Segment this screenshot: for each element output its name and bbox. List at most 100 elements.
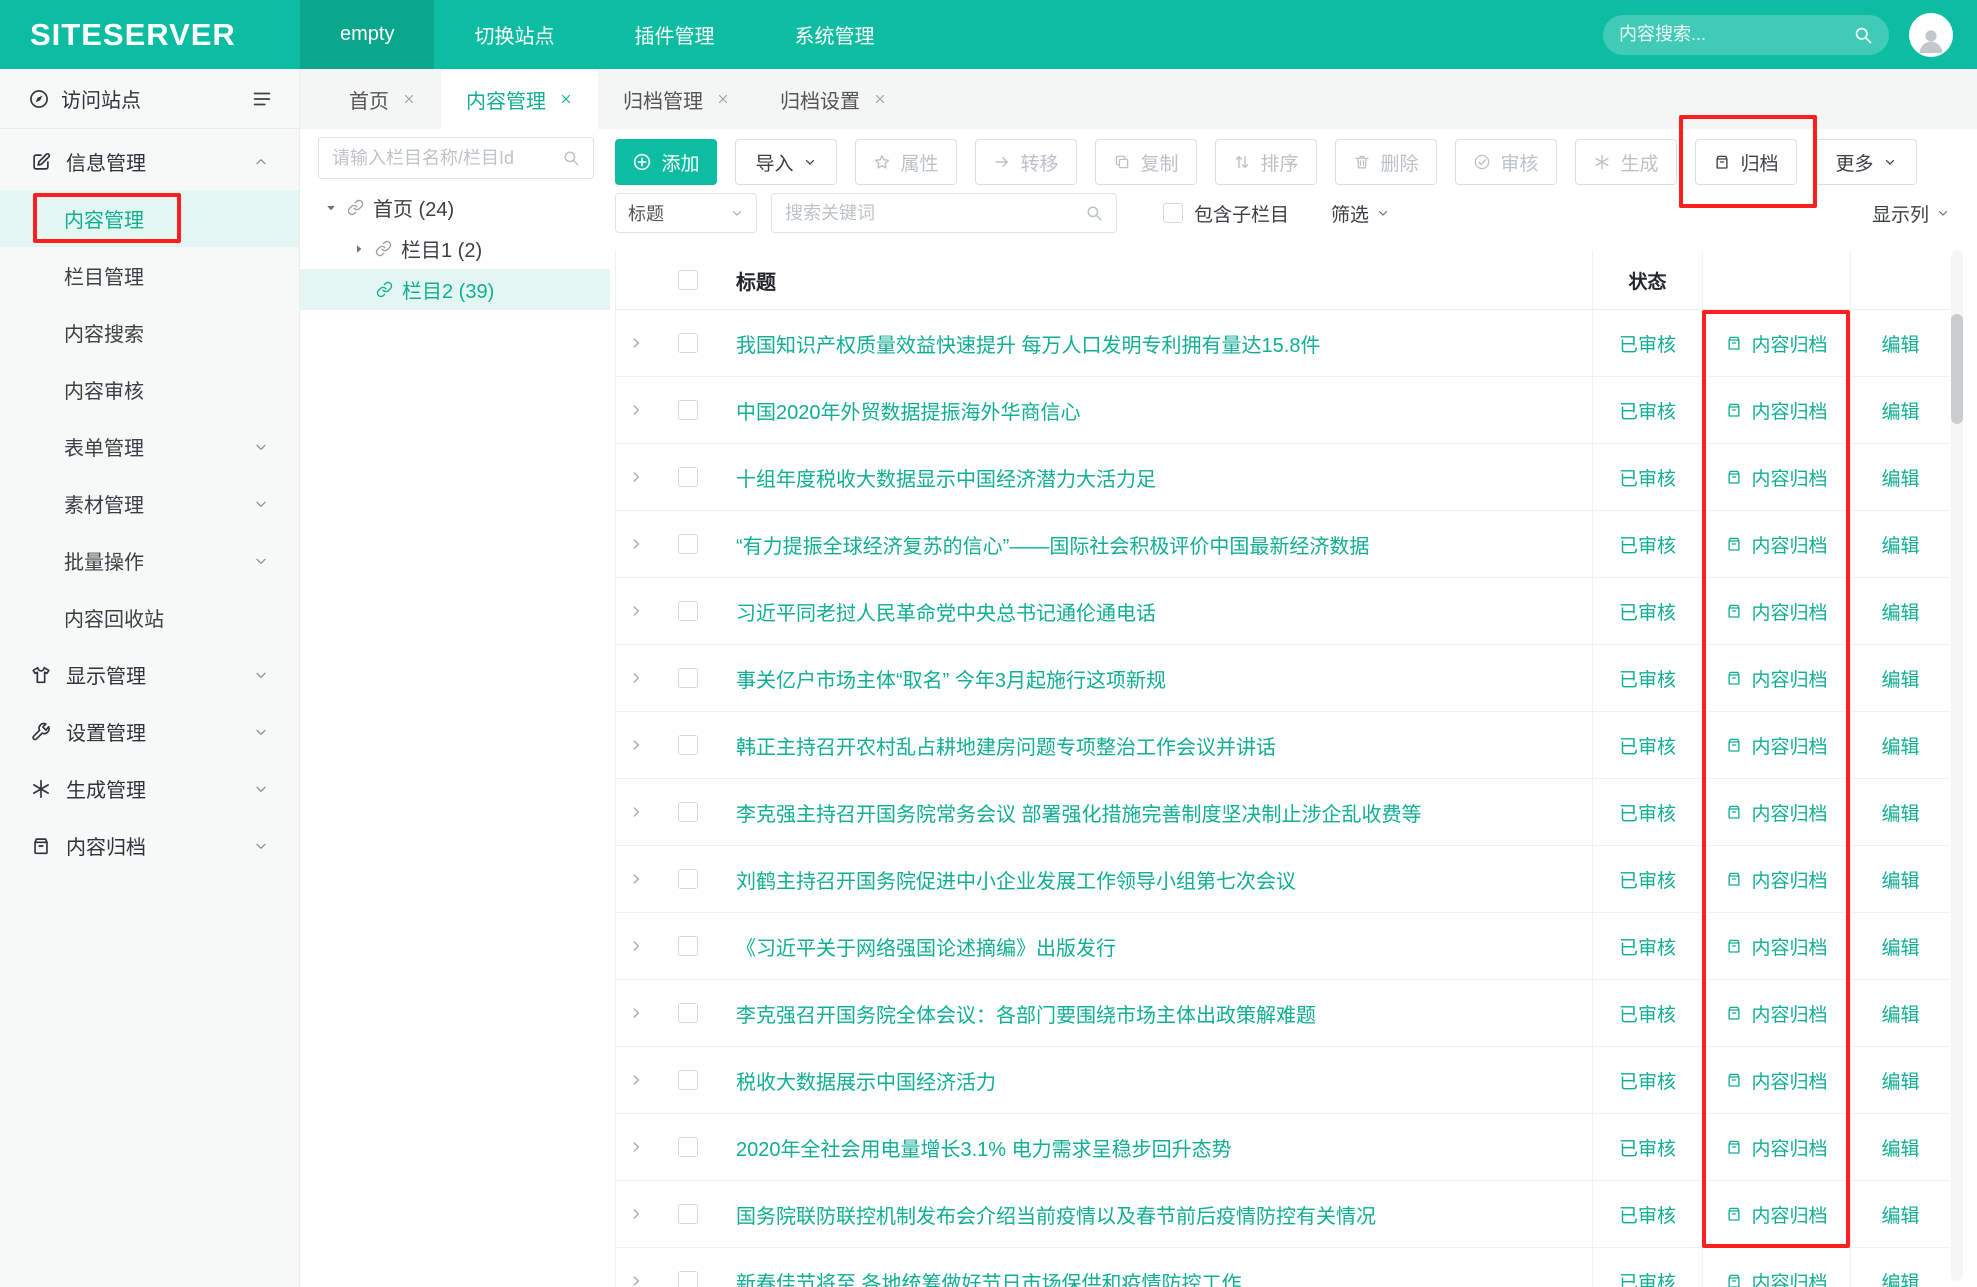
edit-link[interactable]: 编辑	[1881, 330, 1919, 357]
close-icon[interactable]	[559, 92, 573, 106]
edit-link[interactable]: 编辑	[1881, 799, 1919, 826]
edit-link[interactable]: 编辑	[1881, 464, 1919, 491]
row-checkbox[interactable]	[678, 1204, 698, 1224]
tab-content-management[interactable]: 内容管理	[441, 69, 598, 129]
row-checkbox[interactable]	[678, 869, 698, 889]
tab-archive-settings[interactable]: 归档设置	[755, 69, 912, 129]
sidebar-item-channel-management[interactable]: 栏目管理	[0, 247, 299, 304]
content-title-link[interactable]: 2020年全社会用电量增长3.1% 电力需求呈稳步回升态势	[736, 1133, 1232, 1162]
content-archive-button[interactable]: 内容归档	[1702, 578, 1850, 644]
row-expand-toggle[interactable]	[616, 712, 656, 778]
row-expand-toggle[interactable]	[616, 310, 656, 376]
row-checkbox[interactable]	[678, 1070, 698, 1090]
edit-link[interactable]: 编辑	[1881, 1134, 1919, 1161]
content-archive-button[interactable]: 内容归档	[1702, 511, 1850, 577]
edit-link[interactable]: 编辑	[1881, 1201, 1919, 1228]
content-title-link[interactable]: 韩正主持召开农村乱占耕地建房问题专项整治工作会议并讲话	[736, 731, 1276, 760]
content-title-link[interactable]: 事关亿户市场主体“取名” 今年3月起施行这项新规	[736, 664, 1166, 693]
add-button[interactable]: 添加	[615, 139, 717, 185]
edit-link[interactable]: 编辑	[1881, 397, 1919, 424]
row-expand-toggle[interactable]	[616, 1047, 656, 1113]
search-icon[interactable]	[1853, 25, 1873, 45]
topnav-site-empty[interactable]: empty	[300, 0, 434, 69]
topnav-switch-site[interactable]: 切换站点	[434, 0, 594, 69]
content-title-link[interactable]: 中国2020年外贸数据提振海外华商信心	[736, 396, 1081, 425]
row-expand-toggle[interactable]	[616, 1248, 656, 1287]
content-archive-button[interactable]: 内容归档	[1702, 712, 1850, 778]
row-checkbox[interactable]	[678, 467, 698, 487]
sidebar-item-recycle-bin[interactable]: 内容回收站	[0, 589, 299, 646]
sidebar-collapse-toggle[interactable]	[251, 88, 273, 110]
content-archive-button[interactable]: 内容归档	[1702, 645, 1850, 711]
sidebar-item-content-management[interactable]: 内容管理	[0, 190, 299, 247]
content-search-box[interactable]	[1603, 15, 1889, 55]
caret-down-icon[interactable]	[324, 201, 338, 215]
include-children-option[interactable]: 包含子栏目	[1163, 200, 1289, 227]
vertical-scrollbar[interactable]	[1951, 250, 1963, 1281]
content-title-link[interactable]: 税收大数据展示中国经济活力	[736, 1066, 996, 1095]
content-title-link[interactable]: 十组年度税收大数据显示中国经济潜力大活力足	[736, 463, 1156, 492]
content-title-link[interactable]: 习近平同老挝人民革命党中央总书记通伦通电话	[736, 597, 1156, 626]
edit-link[interactable]: 编辑	[1881, 866, 1919, 893]
select-all-checkbox[interactable]	[678, 270, 698, 290]
edit-link[interactable]: 编辑	[1881, 933, 1919, 960]
channel-search-input[interactable]	[332, 148, 562, 169]
filter-dropdown[interactable]: 筛选	[1331, 200, 1390, 227]
sidebar-group-display-management[interactable]: 显示管理	[0, 646, 299, 703]
caret-right-icon[interactable]	[352, 242, 366, 256]
row-checkbox[interactable]	[678, 1137, 698, 1157]
tree-node-channel2[interactable]: 栏目2 (39)	[300, 269, 610, 310]
row-checkbox[interactable]	[678, 333, 698, 353]
sidebar-item-material-management[interactable]: 素材管理	[0, 475, 299, 532]
attribute-button[interactable]: 属性	[855, 139, 957, 185]
row-checkbox[interactable]	[678, 534, 698, 554]
topnav-plugin-management[interactable]: 插件管理	[594, 0, 754, 69]
row-expand-toggle[interactable]	[616, 377, 656, 443]
sidebar-item-batch-operations[interactable]: 批量操作	[0, 532, 299, 589]
content-title-link[interactable]: 李克强召开国务院全体会议：各部门要围绕市场主体出政策解难题	[736, 999, 1316, 1028]
sidebar-group-content-archive[interactable]: 内容归档	[0, 817, 299, 874]
visit-site-link[interactable]: 访问站点	[28, 84, 141, 113]
row-expand-toggle[interactable]	[616, 1114, 656, 1180]
more-button[interactable]: 更多	[1815, 139, 1917, 185]
edit-link[interactable]: 编辑	[1881, 665, 1919, 692]
row-expand-toggle[interactable]	[616, 980, 656, 1046]
row-checkbox[interactable]	[678, 400, 698, 420]
close-icon[interactable]	[716, 92, 730, 106]
keyword-search-box[interactable]	[771, 193, 1117, 233]
content-archive-button[interactable]: 内容归档	[1702, 779, 1850, 845]
content-archive-button[interactable]: 内容归档	[1702, 444, 1850, 510]
topnav-system-management[interactable]: 系统管理	[754, 0, 914, 69]
row-checkbox[interactable]	[678, 936, 698, 956]
content-archive-button[interactable]: 内容归档	[1702, 1248, 1850, 1287]
include-children-checkbox[interactable]	[1163, 203, 1183, 223]
content-title-link[interactable]: 国务院联防联控机制发布会介绍当前疫情以及春节前后疫情防控有关情况	[736, 1200, 1376, 1229]
audit-button[interactable]: 审核	[1455, 139, 1557, 185]
row-expand-toggle[interactable]	[616, 444, 656, 510]
row-checkbox[interactable]	[678, 1271, 698, 1287]
content-archive-button[interactable]: 内容归档	[1702, 1181, 1850, 1247]
sort-button[interactable]: 排序	[1215, 139, 1317, 185]
search-icon[interactable]	[1085, 204, 1103, 222]
content-archive-button[interactable]: 内容归档	[1702, 980, 1850, 1046]
row-checkbox[interactable]	[678, 601, 698, 621]
sidebar-group-settings-management[interactable]: 设置管理	[0, 703, 299, 760]
edit-link[interactable]: 编辑	[1881, 598, 1919, 625]
content-archive-button[interactable]: 内容归档	[1702, 1114, 1850, 1180]
tab-home[interactable]: 首页	[324, 69, 441, 129]
sidebar-item-content-search[interactable]: 内容搜索	[0, 304, 299, 361]
import-button[interactable]: 导入	[735, 139, 837, 185]
row-expand-toggle[interactable]	[616, 511, 656, 577]
content-archive-button[interactable]: 内容归档	[1702, 310, 1850, 376]
close-icon[interactable]	[402, 92, 416, 106]
tree-node-channel1[interactable]: 栏目1 (2)	[300, 228, 610, 269]
row-expand-toggle[interactable]	[616, 779, 656, 845]
content-archive-button[interactable]: 内容归档	[1702, 846, 1850, 912]
keyword-input[interactable]	[785, 203, 1085, 224]
field-select[interactable]: 标题	[615, 193, 757, 233]
avatar[interactable]	[1909, 13, 1953, 57]
channel-search-box[interactable]	[318, 137, 594, 179]
copy-button[interactable]: 复制	[1095, 139, 1197, 185]
row-checkbox[interactable]	[678, 735, 698, 755]
row-expand-toggle[interactable]	[616, 846, 656, 912]
